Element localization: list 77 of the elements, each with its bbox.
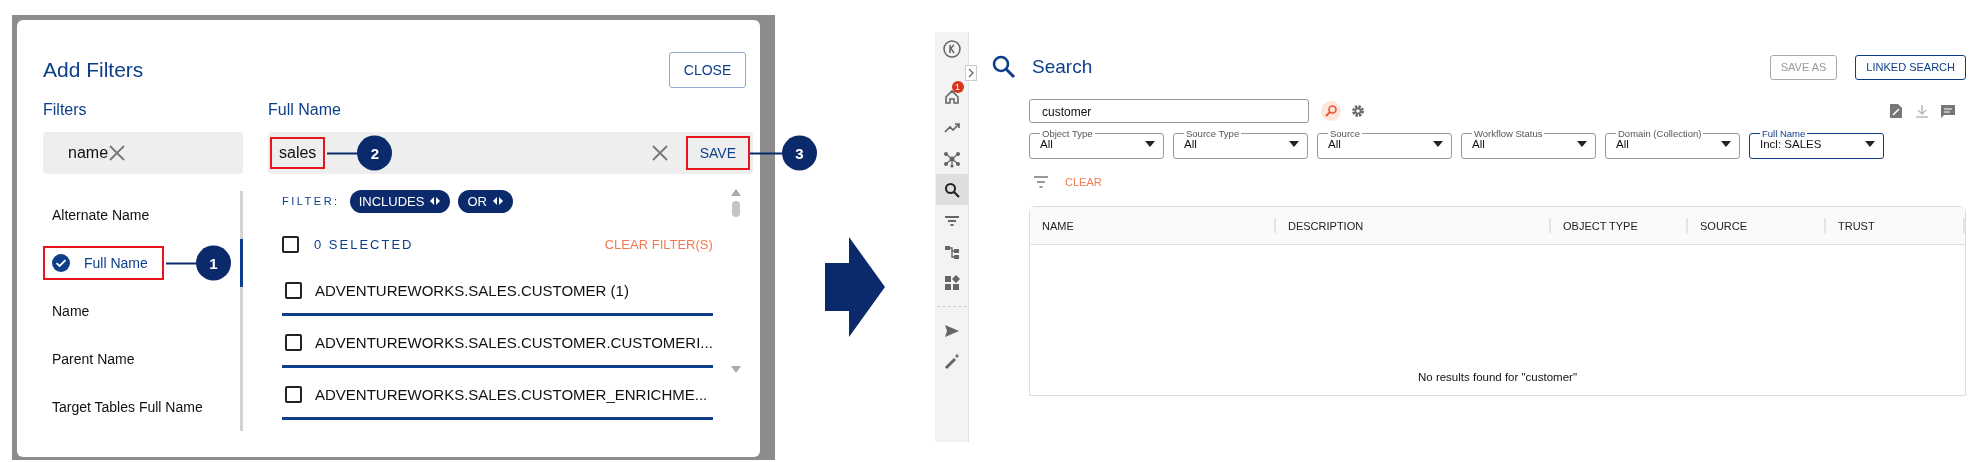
filter-list-item[interactable]: Name [43, 295, 106, 327]
value-option[interactable]: ADVENTUREWORKS.SALES.CUSTOMER_ENRICHME... [315, 386, 708, 403]
chevron-right-icon [967, 68, 975, 78]
comment-icon [1940, 103, 1956, 119]
toggle-arrows-icon [491, 196, 504, 206]
select-field[interactable]: Full Name Incl: SALES [1749, 129, 1884, 159]
empty-message: No results found for "customer" [1418, 371, 1577, 383]
page-title: Search [1032, 56, 1093, 78]
filter-icon [1033, 176, 1049, 188]
section-heading: Full Name [268, 101, 342, 120]
select-field[interactable]: Source Type All [1173, 129, 1308, 159]
column-header[interactable]: SOURCE [1688, 218, 1826, 233]
toggle-arrows-icon [429, 196, 442, 206]
checkbox[interactable] [285, 386, 302, 403]
expand-button[interactable] [965, 65, 977, 81]
notification-badge: 1 [951, 81, 964, 93]
checkbox[interactable] [285, 282, 302, 299]
column-header[interactable]: OBJECT TYPE [1551, 218, 1688, 233]
value-option[interactable]: ADVENTUREWORKS.SALES.CUSTOMER (1) [315, 282, 629, 299]
widgets-icon [942, 273, 961, 292]
sidebar-item[interactable]: 1 [935, 81, 968, 112]
scroll-down-icon [729, 366, 742, 374]
dialog-title: Add Filters [43, 58, 144, 82]
select-field[interactable]: Workflow Status All [1461, 129, 1596, 159]
search-icon [942, 180, 961, 199]
column-header[interactable]: NAME [1030, 218, 1276, 233]
search-icon [991, 54, 1017, 80]
caret-icon [1577, 141, 1587, 147]
save-button[interactable]: SAVE [685, 136, 750, 170]
scrollbar-thumb[interactable] [731, 201, 740, 217]
caret-icon [1289, 141, 1299, 147]
select-field[interactable]: Domain (Collection) All [1605, 129, 1740, 159]
callout-badge: 2 [357, 135, 393, 171]
column-header[interactable]: DESCRIPTION [1276, 218, 1551, 233]
clear-icon [650, 144, 669, 162]
clear-icon [108, 144, 127, 162]
checkbox[interactable] [285, 334, 302, 351]
outline-button[interactable]: LINKED SEARCH [1855, 54, 1966, 80]
section-heading: Filters [43, 101, 88, 120]
filter-label: FILTER: [282, 195, 340, 207]
k-logo-icon [942, 40, 961, 58]
callout-badge: 1 [195, 245, 231, 281]
column-header[interactable]: TRUST [1826, 218, 1965, 233]
network-icon [942, 149, 961, 168]
caret-icon [1865, 141, 1875, 147]
caret-icon [1721, 141, 1731, 147]
checkbox[interactable] [282, 235, 299, 253]
right-arrow-icon [825, 237, 885, 337]
value-option[interactable]: ADVENTUREWORKS.SALES.CUSTOMER.CUSTOMERI... [315, 334, 713, 351]
leader-line [327, 152, 358, 154]
selected-count: 0 SELECTED [314, 236, 414, 252]
search-field[interactable]: customer [1029, 99, 1309, 123]
select-field[interactable]: Object Type All [1029, 129, 1164, 159]
close-button[interactable]: CLOSE [669, 52, 746, 88]
leader-line [165, 262, 196, 264]
scroll-up-icon [729, 188, 742, 196]
filter-list-item[interactable]: Alternate Name [43, 199, 166, 231]
caret-icon [1145, 141, 1155, 147]
toggle-chip[interactable]: OR [458, 189, 513, 213]
magnifier-icon [1324, 104, 1338, 118]
select-field[interactable]: Source All [1317, 129, 1452, 159]
search-input[interactable]: sales [270, 137, 326, 169]
leader-line [749, 152, 782, 154]
sidebar-item[interactable] [935, 174, 968, 205]
search-field[interactable]: name [43, 132, 243, 174]
check-circle-icon [52, 254, 70, 272]
filter-list-item[interactable]: Parent Name [43, 343, 151, 375]
toggle-chip[interactable]: INCLUDES [349, 189, 451, 213]
search-mode-button[interactable] [1321, 101, 1341, 121]
filter-list-item[interactable]: Target Tables Full Name [43, 391, 219, 423]
settings-icon [1351, 104, 1365, 118]
download-icon [1914, 103, 1930, 119]
caret-icon [1433, 141, 1443, 147]
edit-note-icon [1888, 103, 1904, 119]
callout-badge: 3 [781, 135, 817, 171]
wand-icon [942, 352, 961, 371]
filter-list-item[interactable]: Full Name [43, 246, 164, 280]
